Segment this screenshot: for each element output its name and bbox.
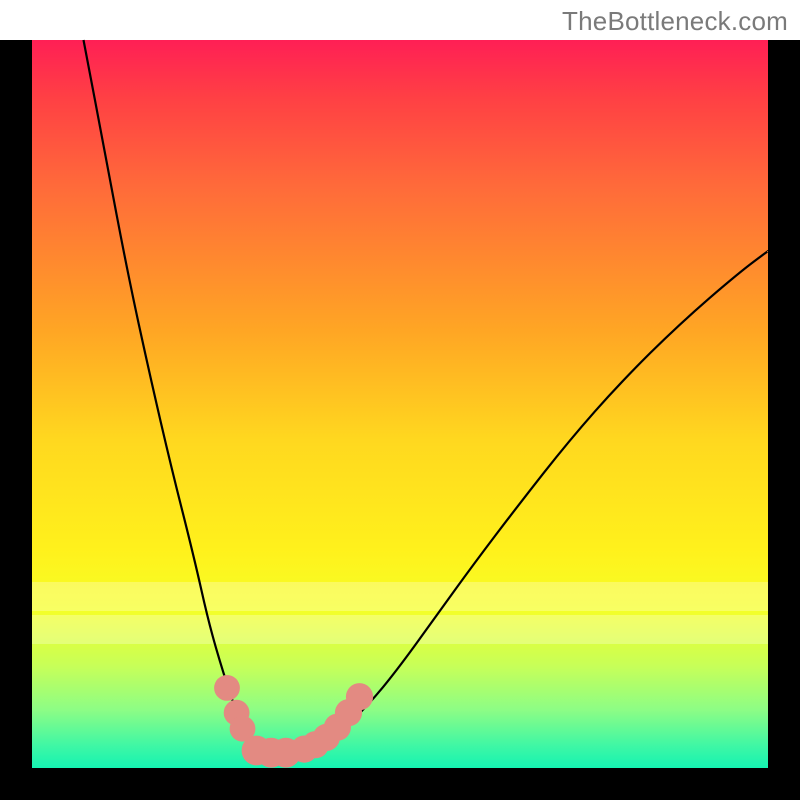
curve-marker bbox=[346, 683, 373, 710]
plot-area bbox=[32, 40, 768, 768]
curve-marker bbox=[214, 675, 240, 701]
plot-frame bbox=[0, 40, 800, 800]
bottleneck-curve-path bbox=[84, 40, 769, 753]
curve-markers bbox=[214, 675, 373, 768]
bottleneck-curve-svg bbox=[32, 40, 768, 768]
watermark-text: TheBottleneck.com bbox=[562, 6, 788, 37]
chart-stage: TheBottleneck.com bbox=[0, 0, 800, 800]
